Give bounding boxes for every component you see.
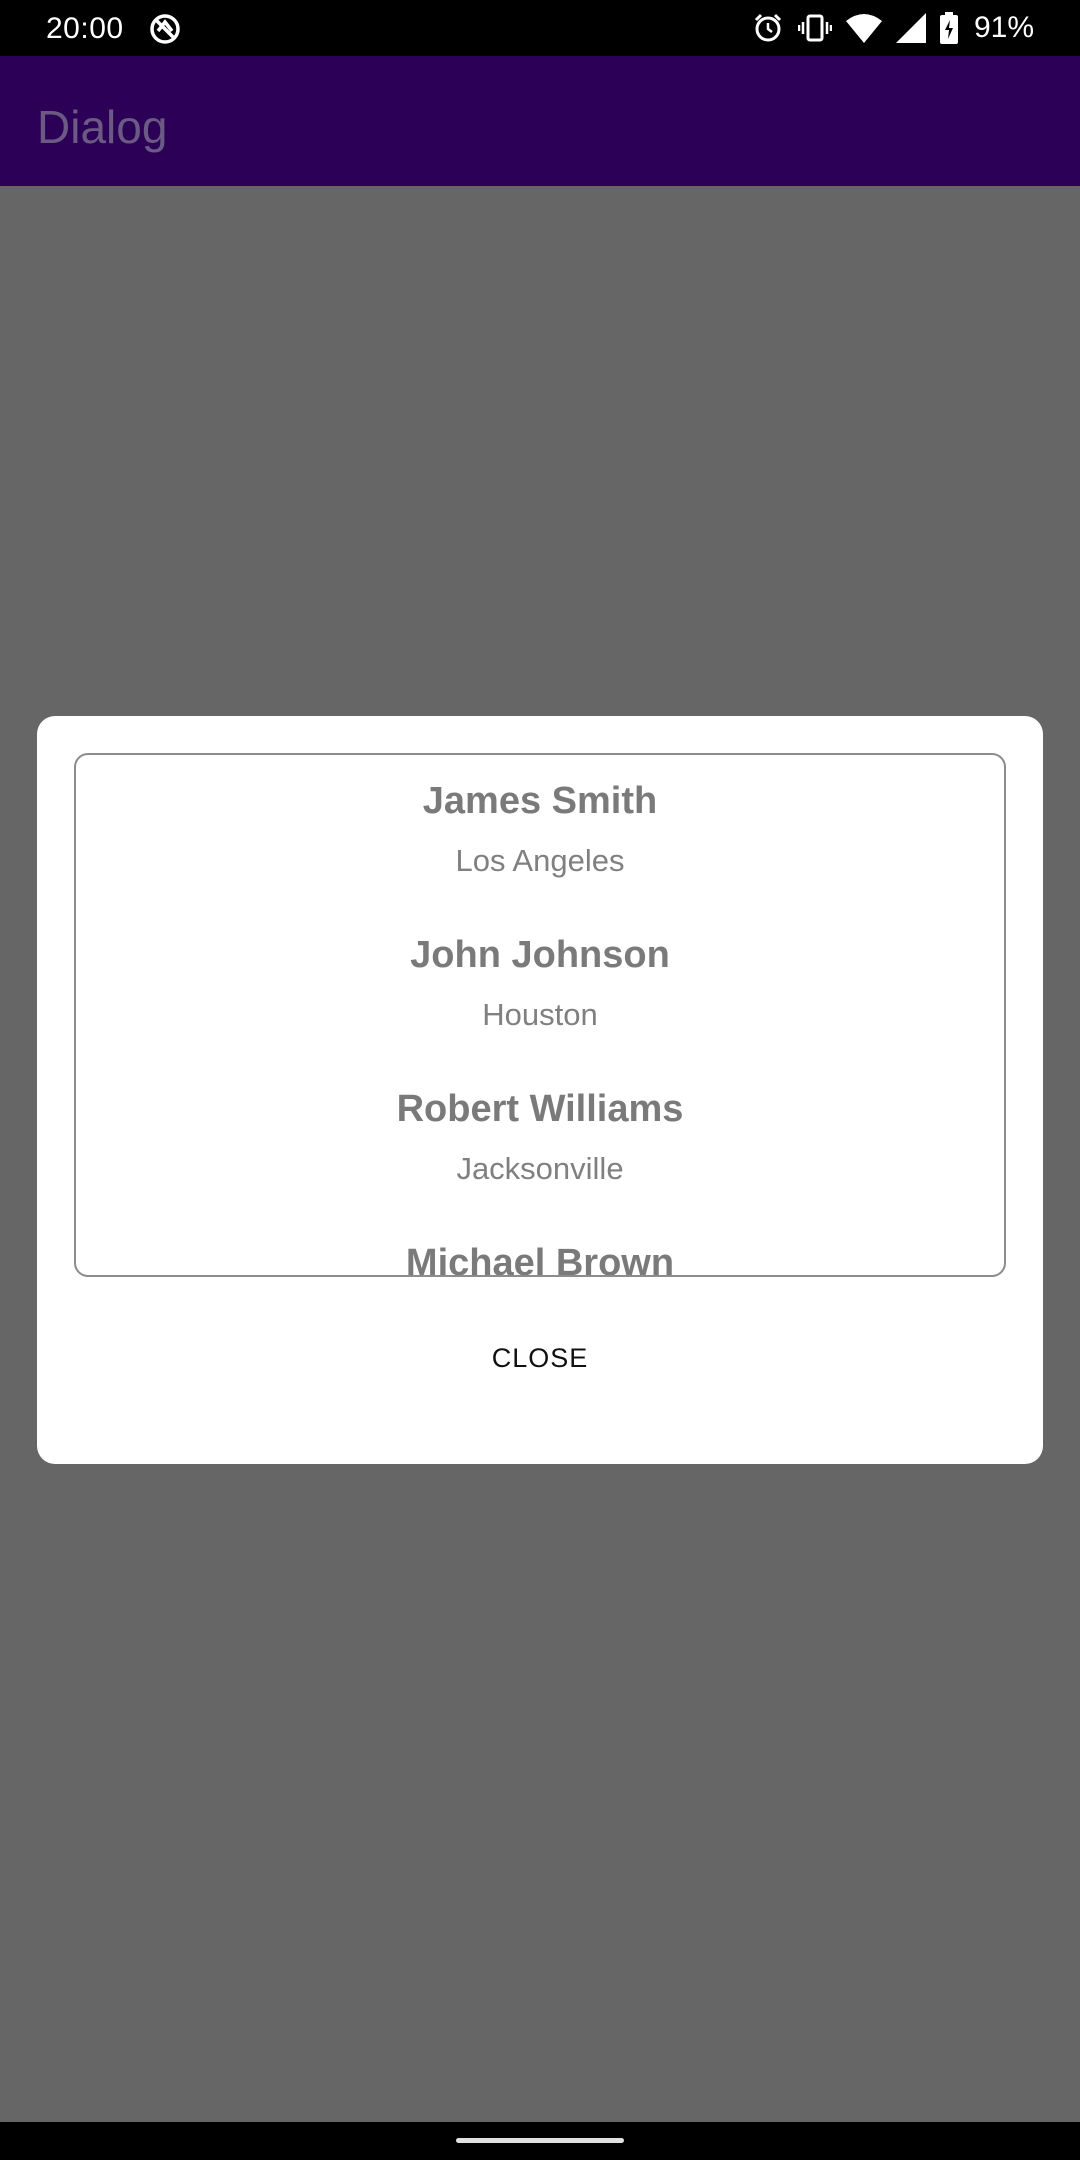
item-name: John Johnson [410, 934, 670, 976]
close-button[interactable]: CLOSE [467, 1328, 613, 1388]
vibrate-icon [797, 12, 832, 44]
item-name: James Smith [422, 780, 658, 822]
alarm-icon [752, 12, 784, 44]
list-item[interactable]: John Johnson Houston [76, 929, 1004, 1035]
app-bar: Dialog [0, 56, 1080, 186]
item-name: Robert Williams [396, 1088, 684, 1130]
list-item[interactable]: James Smith Los Angeles [76, 775, 1004, 881]
dialog-list[interactable]: James Smith Los Angeles John Johnson Hou… [74, 753, 1006, 1277]
item-city: Jacksonville [456, 1151, 624, 1186]
list-item[interactable]: Robert Williams Jacksonville [76, 1083, 1004, 1189]
item-name: Michael Brown [405, 1242, 675, 1277]
wifi-icon [845, 13, 882, 43]
home-indicator[interactable] [456, 2138, 624, 2143]
status-time: 20:00 [46, 12, 124, 45]
status-icons: 91% [752, 10, 1034, 46]
item-city: Houston [482, 997, 598, 1032]
status-bar: 20:00 91% [0, 0, 1080, 56]
battery-percent: 91% [973, 11, 1034, 44]
dialog: James Smith Los Angeles John Johnson Hou… [37, 716, 1043, 1464]
app-title: Dialog [37, 101, 168, 153]
dnd-icon [148, 12, 182, 46]
signal-icon [895, 13, 926, 43]
item-city: Los Angeles [455, 843, 625, 878]
battery-charging-icon [939, 12, 958, 44]
navigation-bar [0, 2122, 1080, 2160]
list-item[interactable]: Michael Brown [76, 1237, 1004, 1277]
